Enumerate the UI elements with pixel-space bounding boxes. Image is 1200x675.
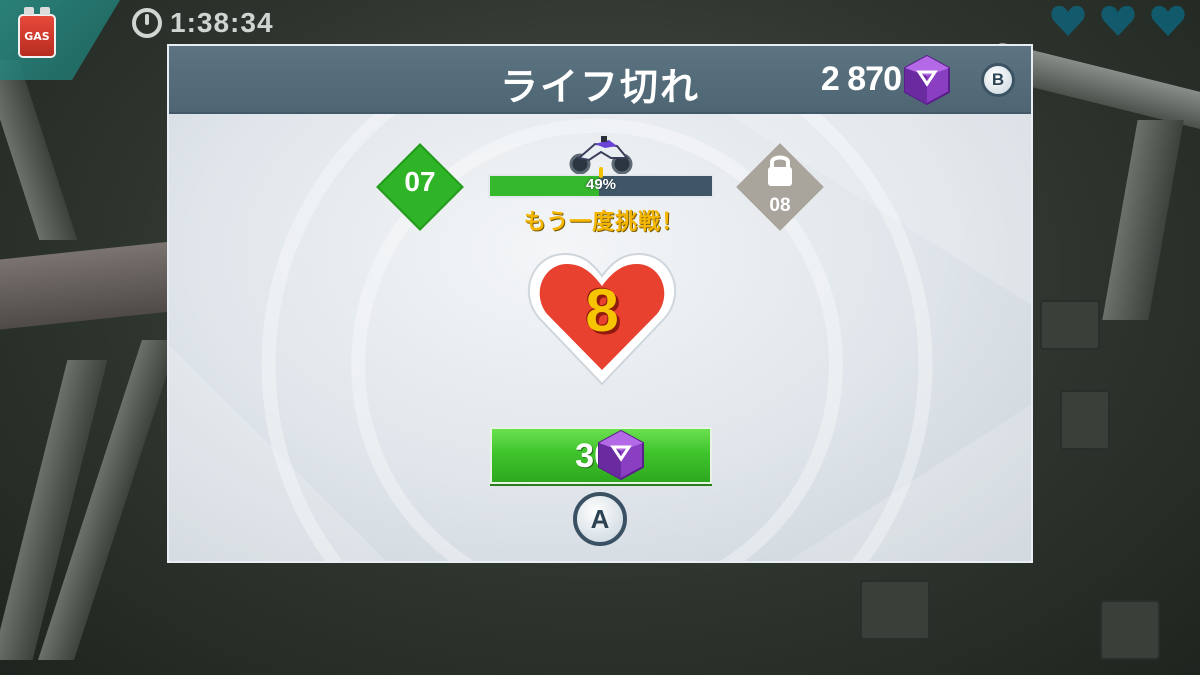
- scene-block: [860, 580, 930, 640]
- hud-timer: 1:38:34: [132, 6, 274, 40]
- scene-pillar: [1102, 120, 1184, 320]
- lock-icon: [768, 155, 792, 186]
- fuel-label: GAS: [24, 29, 50, 43]
- level-progress-percent: 49%: [585, 176, 617, 193]
- retry-message: もう一度挑戦！: [523, 210, 685, 235]
- dialog-header: ライフ切れ 2 870 B: [169, 46, 1031, 114]
- hud-lives: [1050, 4, 1186, 38]
- heart-icon: [1051, 5, 1085, 37]
- heart-icon: [1151, 5, 1185, 37]
- close-button[interactable]: B: [981, 63, 1015, 97]
- out-of-lives-dialog: ライフ切れ 2 870 B 07 49% もう一度挑戦！ 08 8 30 A: [167, 44, 1033, 563]
- heart-icon: [1101, 5, 1135, 37]
- fuel-can-icon: GAS: [18, 7, 56, 58]
- lives-remaining: 8: [585, 277, 619, 344]
- stopwatch-icon: [132, 8, 162, 38]
- gem-icon: [904, 54, 950, 106]
- scene-block: [1100, 600, 1160, 660]
- scene-pillar: [0, 60, 78, 240]
- confirm-a-button[interactable]: A: [573, 492, 627, 546]
- timer-text: 1:38:34: [170, 7, 274, 38]
- scene-block: [1040, 300, 1100, 350]
- next-level-number: 08: [769, 195, 791, 216]
- current-level-number: 07: [404, 166, 436, 197]
- scene-block: [1060, 390, 1110, 450]
- gem-icon: [598, 429, 644, 481]
- gem-balance: 2 870: [820, 60, 902, 98]
